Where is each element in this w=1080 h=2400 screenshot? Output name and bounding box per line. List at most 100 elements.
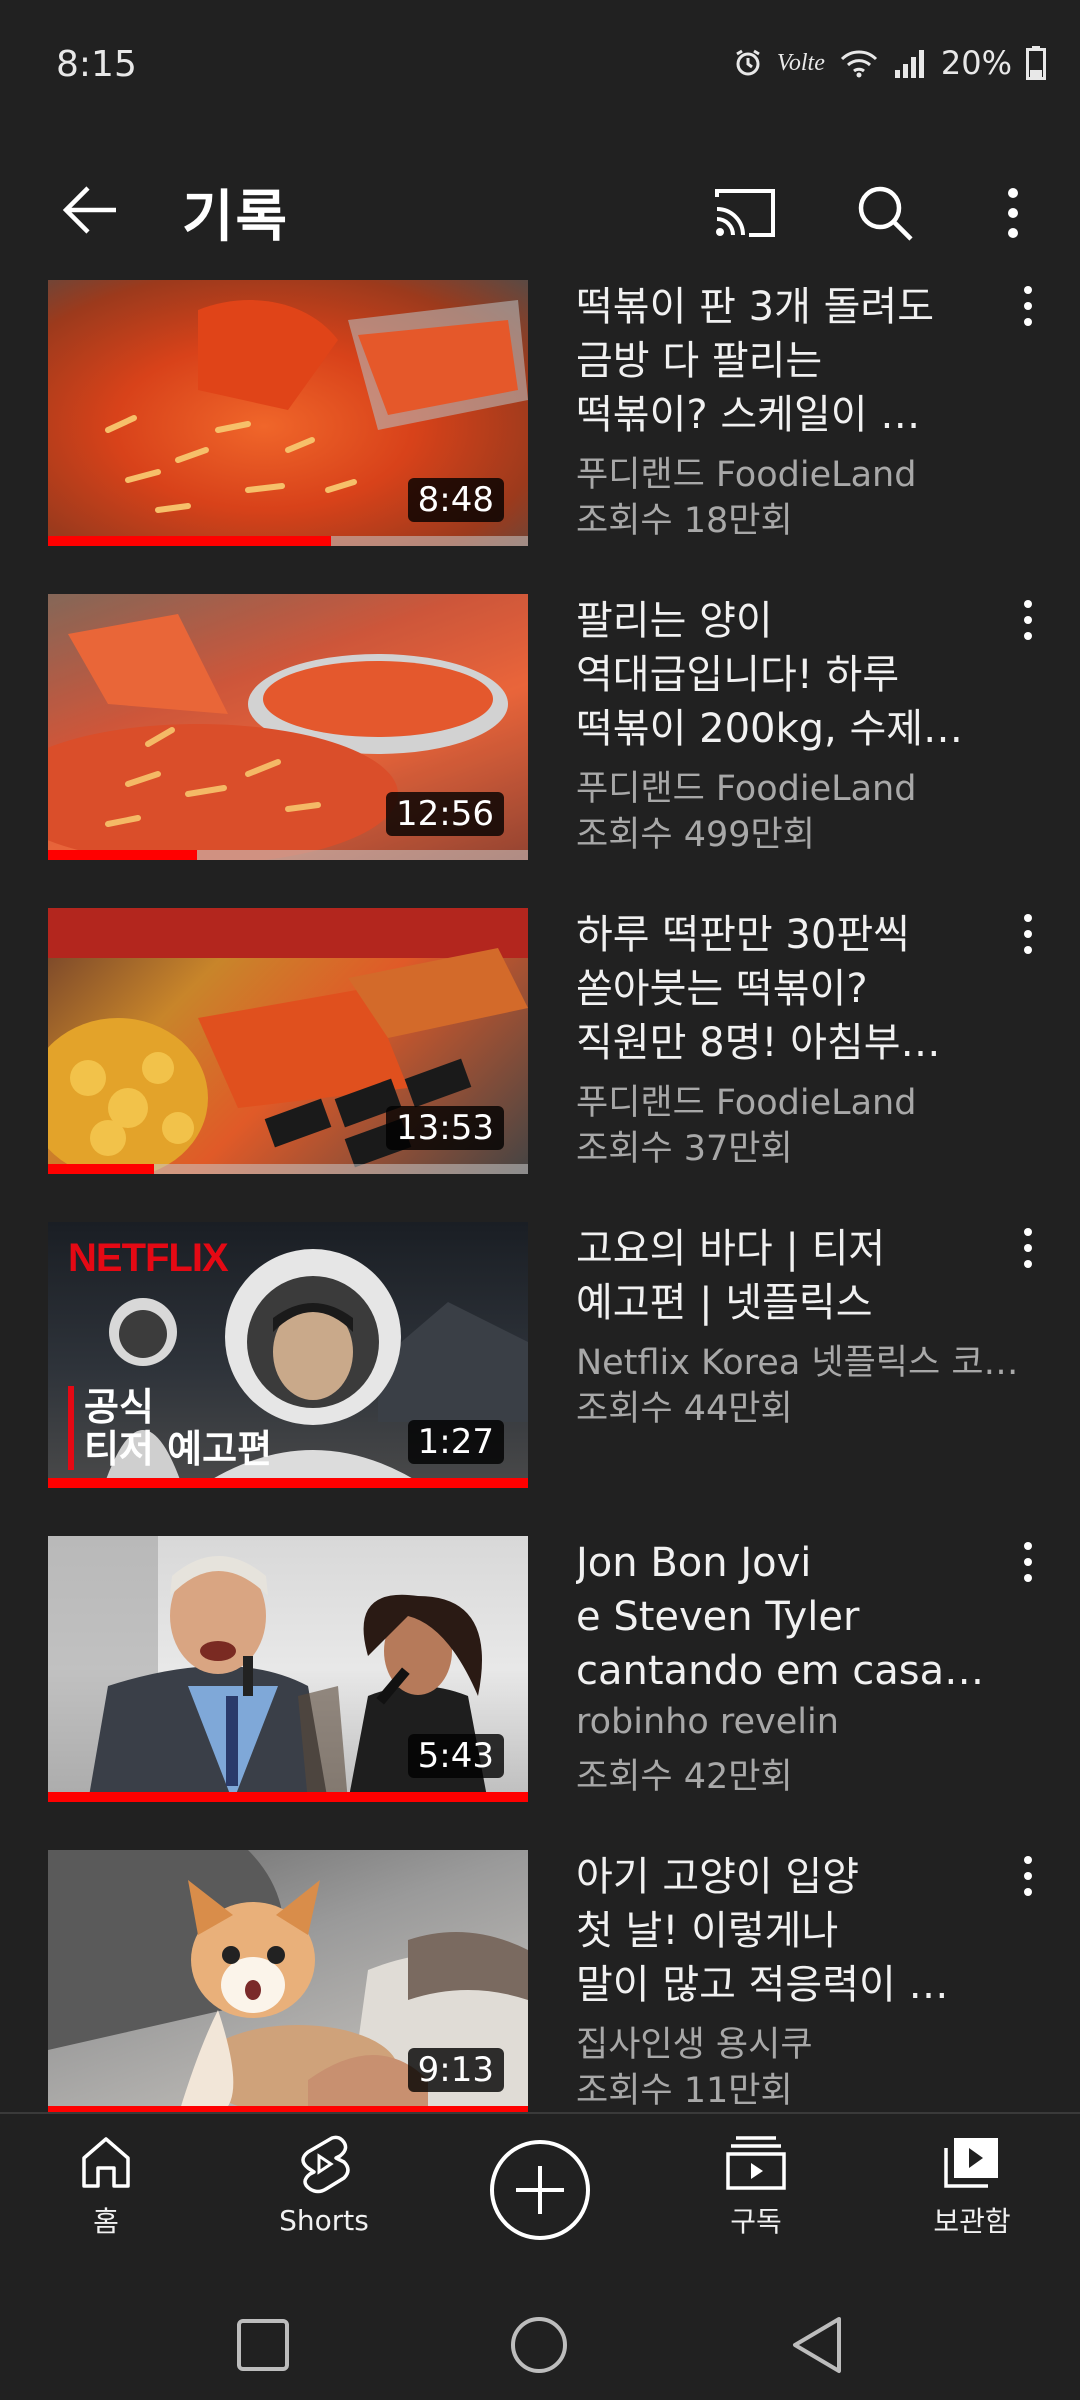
video-action-menu-button[interactable] bbox=[1006, 914, 1050, 974]
video-title-line: 말이 많고 적응력이 … bbox=[576, 1962, 949, 2008]
video-title-line: 아기 고양이 입양 bbox=[576, 1854, 860, 1900]
video-thumbnail[interactable]: 5:43 bbox=[48, 1536, 528, 1802]
video-action-menu-button[interactable] bbox=[1006, 1856, 1050, 1916]
video-thumbnail[interactable]: NETFLIX 공식 티저 예고편 1:27 bbox=[48, 1222, 528, 1488]
video-thumbnail[interactable]: 9:13 bbox=[48, 1850, 528, 2112]
library-icon bbox=[944, 2138, 998, 2188]
video-title-line: 역대급입니다! 하루 bbox=[576, 652, 900, 698]
video-view-count: 조회수 18만회 bbox=[576, 501, 793, 541]
video-duration: 1:27 bbox=[407, 1420, 504, 1464]
circle-home-icon bbox=[511, 2317, 567, 2373]
video-title-line: cantando em casa… bbox=[576, 1648, 985, 1694]
watch-progress-bar bbox=[48, 536, 528, 546]
video-channel: 집사인생 용시쿠 bbox=[576, 2025, 813, 2065]
more-vertical-icon bbox=[1024, 600, 1032, 640]
more-vertical-icon bbox=[1008, 188, 1018, 238]
signal-icon bbox=[893, 48, 927, 78]
triangle-back-icon bbox=[793, 2317, 841, 2373]
video-channel: robinho revelin bbox=[576, 1702, 839, 1742]
battery-icon bbox=[1026, 46, 1046, 80]
video-title-line: 떡볶이 판 3개 돌려도 bbox=[576, 284, 934, 330]
shorts-icon bbox=[301, 2135, 350, 2194]
wifi-icon bbox=[839, 48, 879, 78]
more-vertical-icon bbox=[1024, 1856, 1032, 1896]
recent-apps-button[interactable] bbox=[218, 2300, 308, 2390]
back-system-button[interactable] bbox=[772, 2300, 862, 2390]
thumbnail-overlay-text: 공식 티저 예고편 bbox=[68, 1386, 272, 1470]
video-action-menu-button[interactable] bbox=[1006, 286, 1050, 346]
system-navigation-bar bbox=[0, 2292, 1080, 2400]
video-channel: 푸디랜드 FoodieLand bbox=[576, 455, 917, 495]
nav-home[interactable]: 홈 bbox=[6, 2134, 206, 2284]
watch-progress-fill bbox=[48, 1792, 528, 1802]
video-thumbnail[interactable]: 12:56 bbox=[48, 594, 528, 860]
video-title-line: 하루 떡판만 30판씩 bbox=[576, 912, 910, 958]
video-title-line: 떡볶이 200kg, 수제… bbox=[576, 706, 964, 752]
nav-subscriptions[interactable]: 구독 bbox=[656, 2134, 856, 2284]
video-duration: 12:56 bbox=[386, 792, 504, 836]
watch-progress-fill bbox=[48, 1478, 528, 1488]
cast-button[interactable] bbox=[700, 168, 790, 258]
video-title-line: e Steven Tyler bbox=[576, 1594, 860, 1640]
nav-shorts-label: Shorts bbox=[279, 2204, 369, 2237]
video-title[interactable]: 하루 떡판만 30판씩 쏟아붓는 떡볶이? 직원만 8명! 아침부… bbox=[576, 908, 1006, 1070]
nav-shorts[interactable]: Shorts bbox=[224, 2134, 424, 2284]
video-title-line: 금방 다 팔리는 bbox=[576, 338, 823, 384]
more-options-button[interactable] bbox=[978, 168, 1048, 258]
video-title-line: 팔리는 양이 bbox=[576, 598, 773, 644]
video-title-line: 직원만 8명! 아침부… bbox=[576, 1020, 941, 1066]
video-duration: 5:43 bbox=[407, 1734, 504, 1778]
video-thumbnail[interactable]: 13:53 bbox=[48, 908, 528, 1174]
video-title[interactable]: 떡볶이 판 3개 돌려도 금방 다 팔리는 떡볶이? 스케일이 … bbox=[576, 280, 1006, 442]
video-channel: 푸디랜드 FoodieLand bbox=[576, 769, 917, 809]
search-icon bbox=[858, 186, 913, 241]
video-title[interactable]: 팔리는 양이 역대급입니다! 하루 떡볶이 200kg, 수제… bbox=[576, 594, 1006, 756]
watch-progress-bar bbox=[48, 850, 528, 860]
more-vertical-icon bbox=[1024, 1228, 1032, 1268]
status-bar: 8:15 Volte 20% bbox=[0, 0, 1080, 130]
video-thumbnail[interactable]: 8:48 bbox=[48, 280, 528, 546]
video-action-menu-button[interactable] bbox=[1006, 600, 1050, 660]
home-icon bbox=[82, 2137, 130, 2188]
video-view-count: 조회수 42만회 bbox=[576, 1757, 793, 1797]
search-button[interactable] bbox=[840, 168, 930, 258]
video-item[interactable]: 9:13 아기 고양이 입양 첫 날! 이렇게나 말이 많고 적응력이 … 집사… bbox=[0, 1850, 1080, 2112]
video-title-line: 첫 날! 이렇게나 bbox=[576, 1908, 839, 1954]
nav-subscriptions-label: 구독 bbox=[730, 2205, 782, 2238]
video-title[interactable]: 아기 고양이 입양 첫 날! 이렇게나 말이 많고 적응력이 … bbox=[576, 1850, 1006, 2012]
video-view-count: 조회수 37만회 bbox=[576, 1129, 793, 1169]
home-system-button[interactable] bbox=[494, 2300, 584, 2390]
video-item[interactable]: 5:43 Jon Bon Jovi e Steven Tyler cantand… bbox=[0, 1536, 1080, 1836]
more-vertical-icon bbox=[1024, 914, 1032, 954]
video-title-line: 고요의 바다 | 티저 bbox=[576, 1226, 886, 1272]
video-title-line: Jon Bon Jovi bbox=[576, 1540, 812, 1586]
video-title-line: 예고편 | 넷플릭스 bbox=[576, 1280, 873, 1326]
video-duration: 8:48 bbox=[407, 478, 504, 522]
thumbnail-overlay-line: 공식 bbox=[84, 1385, 154, 1429]
plus-icon bbox=[516, 2166, 564, 2214]
nav-library-label: 보관함 bbox=[933, 2205, 1011, 2238]
video-channel: Netflix Korea 넷플릭스 코… bbox=[576, 1343, 1019, 1383]
video-item[interactable]: 12:56 팔리는 양이 역대급입니다! 하루 떡볶이 200kg, 수제… 푸… bbox=[0, 594, 1080, 894]
video-action-menu-button[interactable] bbox=[1006, 1542, 1050, 1602]
bottom-navigation: 홈 Shorts 구독 보관함 bbox=[0, 2112, 1080, 2294]
video-title[interactable]: 고요의 바다 | 티저 예고편 | 넷플릭스 bbox=[576, 1222, 1006, 1330]
video-item[interactable]: 13:53 하루 떡판만 30판씩 쏟아붓는 떡볶이? 직원만 8명! 아침부…… bbox=[0, 908, 1080, 1208]
video-view-count: 조회수 11만회 bbox=[576, 2071, 793, 2111]
video-title-line: 떡볶이? 스케일이 … bbox=[576, 392, 921, 438]
video-title[interactable]: Jon Bon Jovi e Steven Tyler cantando em … bbox=[576, 1536, 1006, 1698]
more-vertical-icon bbox=[1024, 286, 1032, 326]
more-vertical-icon bbox=[1024, 1542, 1032, 1582]
nav-library[interactable]: 보관함 bbox=[872, 2134, 1072, 2284]
thumbnail-overlay-line: 티저 예고편 bbox=[84, 1427, 273, 1471]
video-action-menu-button[interactable] bbox=[1006, 1228, 1050, 1288]
watch-progress-fill bbox=[48, 536, 332, 546]
video-item[interactable]: NETFLIX 공식 티저 예고편 1:27 고요의 바다 | 티저 예고편 |… bbox=[0, 1222, 1080, 1522]
watch-progress-bar bbox=[48, 1164, 528, 1174]
nav-home-label: 홈 bbox=[93, 2205, 119, 2238]
back-button[interactable] bbox=[50, 170, 130, 250]
status-time: 8:15 bbox=[56, 44, 137, 85]
video-item[interactable]: 8:48 떡볶이 판 3개 돌려도 금방 다 팔리는 떡볶이? 스케일이 … 푸… bbox=[0, 280, 1080, 580]
create-button[interactable] bbox=[490, 2140, 590, 2240]
video-duration: 9:13 bbox=[407, 2048, 504, 2092]
